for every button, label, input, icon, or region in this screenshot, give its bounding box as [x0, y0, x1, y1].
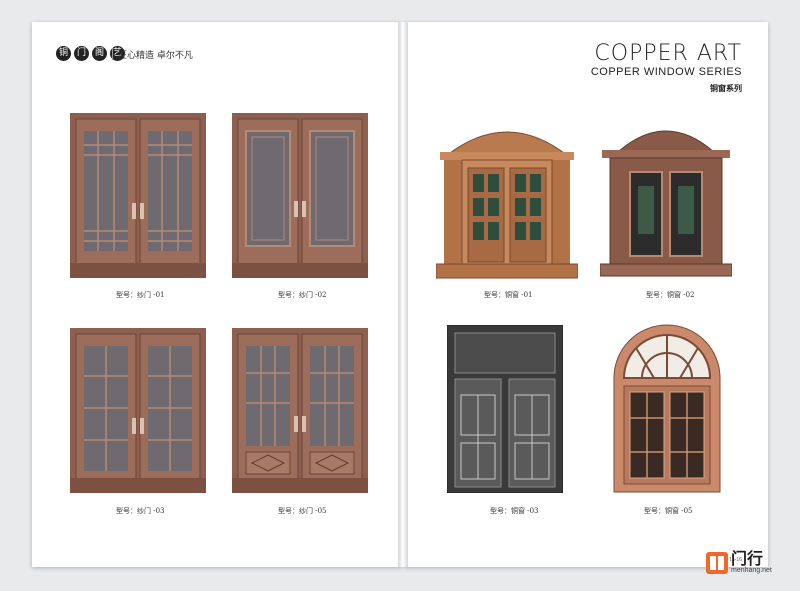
caption-copper-window-01: 型号：铜窗 -01: [484, 291, 533, 299]
caption-screen-door-01: 型号：纱门 -01: [116, 291, 165, 299]
caption-copper-window-05: 型号：铜窗 -05: [644, 507, 693, 515]
catalog-subtitle: COPPER WINDOW SERIES: [590, 66, 742, 78]
caption-copper-window-03: 型号：铜窗 -03: [490, 507, 539, 515]
caption-copper-window-02: 型号：铜窗 -02: [646, 291, 695, 299]
caption-screen-door-03: 型号：纱门 -03: [116, 507, 165, 515]
brand-seal-char: 阁: [92, 46, 107, 61]
catalog-title: COPPER ART: [594, 41, 742, 66]
screen-door-01-image: [70, 113, 206, 278]
logo-text: 门行: [731, 549, 764, 568]
copper-window-02-image: [600, 130, 732, 277]
catalog-title-block: COPPER ART COPPER WINDOW SERIES 铜窗系列: [591, 42, 742, 94]
series-name: 铜窗系列: [710, 84, 742, 93]
door-logo-icon: [706, 552, 728, 574]
screen-door-05-image: [232, 328, 368, 493]
copper-window-05-image: [613, 324, 721, 493]
logo-domain: menhang.net: [731, 567, 772, 574]
copper-window-03-image: [447, 325, 563, 493]
brand-seal-char: 门: [74, 46, 89, 61]
brand-seal-logo: 铜 门 阁 艺: [56, 46, 125, 61]
tagline: 匠心精造 卓尔不凡: [112, 48, 193, 61]
book-spine: [398, 22, 408, 567]
caption-screen-door-05: 型号：纱门 -05: [278, 507, 327, 515]
copper-window-01-image: [436, 131, 578, 279]
brand-seal-char: 铜: [56, 46, 71, 61]
screen-door-03-image: [70, 328, 206, 493]
caption-screen-door-02: 型号：纱门 -02: [278, 291, 327, 299]
screen-door-02-image: [232, 113, 368, 278]
menhang-logo: 门行 menhang.net: [706, 551, 772, 575]
